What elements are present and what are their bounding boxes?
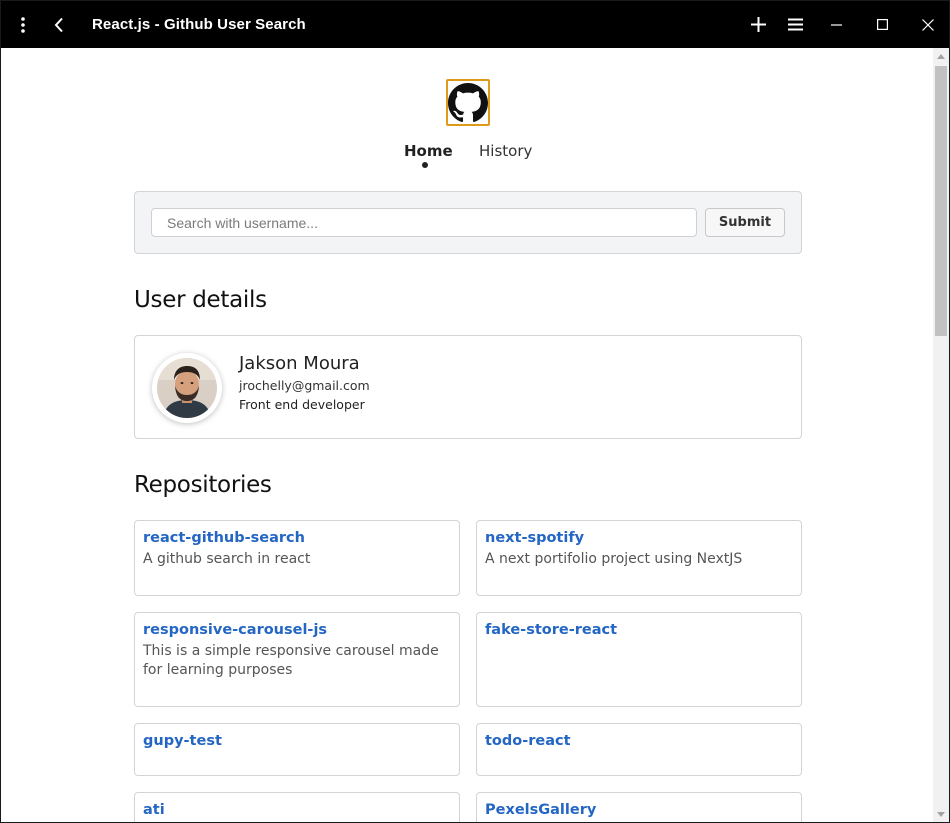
nav-home-link[interactable]: Home [404, 142, 453, 160]
title-bar: React.js - Github User Search [1, 1, 949, 48]
repo-card[interactable]: PexelsGallery [476, 792, 802, 822]
repo-name-link[interactable]: react-github-search [143, 530, 451, 546]
app-window: React.js - Github User Search Home Histo… [0, 0, 950, 823]
active-nav-indicator [422, 162, 428, 168]
repo-card[interactable]: responsive-carousel-js This is a simple … [134, 612, 460, 707]
submit-button[interactable]: Submit [705, 208, 785, 237]
minimize-icon[interactable] [821, 1, 851, 48]
repo-name-link[interactable]: responsive-carousel-js [143, 622, 451, 638]
vertical-scrollbar[interactable] [933, 48, 949, 822]
nav-history-link[interactable]: History [479, 142, 532, 160]
close-icon[interactable] [913, 1, 943, 48]
repo-name-link[interactable]: fake-store-react [485, 622, 793, 638]
user-details-heading: User details [134, 287, 267, 313]
search-panel: Submit [134, 191, 802, 254]
repo-description: A github search in react [143, 551, 311, 567]
window-title: React.js - Github User Search [92, 16, 306, 33]
repo-description: A next portifolio project using NextJS [485, 551, 743, 567]
scroll-down-arrow-icon[interactable] [937, 812, 945, 817]
repo-name-link[interactable]: todo-react [485, 733, 793, 749]
scroll-up-arrow-icon[interactable] [937, 54, 945, 59]
repo-card[interactable]: next-spotify A next portifolio project u… [476, 520, 802, 596]
repo-card[interactable]: todo-react [476, 723, 802, 776]
repositories-heading: Repositories [134, 472, 272, 498]
repo-name-link[interactable]: gupy-test [143, 733, 451, 749]
plus-icon[interactable] [744, 1, 772, 48]
avatar [152, 353, 222, 423]
repo-card[interactable]: gupy-test [134, 723, 460, 776]
search-input[interactable] [151, 208, 697, 237]
repo-card[interactable]: fake-store-react [476, 612, 802, 707]
repo-card[interactable]: ati [134, 792, 460, 822]
user-bio: Front end developer [239, 397, 365, 412]
user-card: Jakson Moura jrochelly@gmail.com Front e… [134, 335, 802, 439]
user-name: Jakson Moura [239, 353, 360, 374]
hamburger-menu-icon[interactable] [781, 1, 809, 48]
github-logo-icon[interactable] [446, 79, 490, 126]
user-email: jrochelly@gmail.com [239, 378, 370, 393]
scrollbar-thumb[interactable] [935, 66, 947, 336]
user-photo [157, 358, 217, 418]
maximize-icon[interactable] [867, 1, 897, 48]
page-content: Home History Submit User details [1, 48, 933, 822]
repo-name-link[interactable]: PexelsGallery [485, 802, 793, 818]
repo-name-link[interactable]: next-spotify [485, 530, 793, 546]
repo-name-link[interactable]: ati [143, 802, 451, 818]
kebab-menu-icon[interactable] [9, 1, 37, 48]
repo-card[interactable]: react-github-search A github search in r… [134, 520, 460, 596]
back-arrow-icon[interactable] [45, 1, 73, 48]
repo-description: This is a simple responsive carousel mad… [143, 643, 439, 678]
